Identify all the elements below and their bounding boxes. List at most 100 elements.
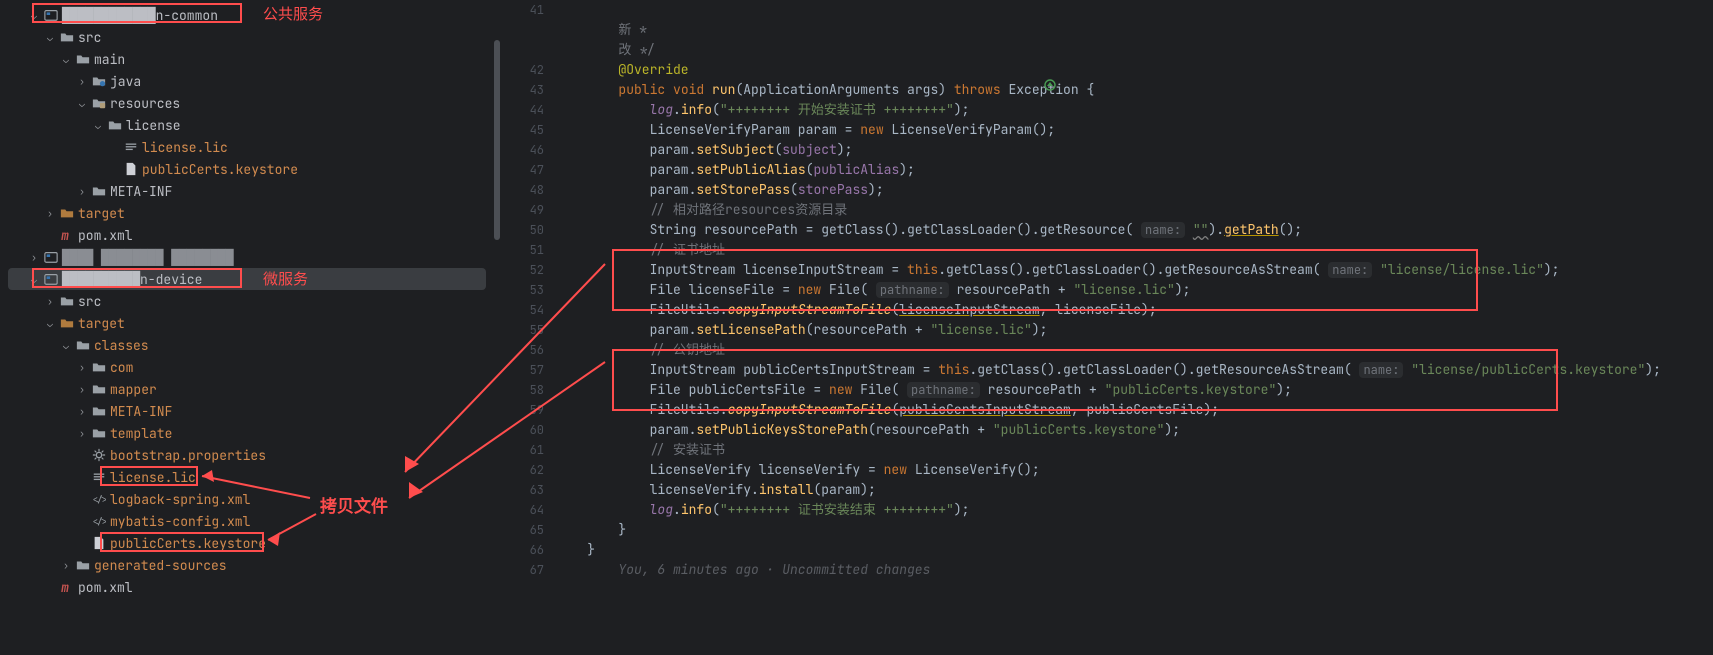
chevron-none: ·: [74, 493, 90, 506]
tree-item-target[interactable]: ⌄ target: [0, 312, 494, 334]
tree-item-target[interactable]: ›target: [0, 202, 494, 224]
tree-item-publiccerts-keystore[interactable]: ·publicCerts.keystore: [0, 532, 494, 554]
chevron-right-icon[interactable]: ›: [58, 559, 74, 572]
svg-text:</>: </>: [92, 494, 106, 506]
chevron-right-icon[interactable]: ›: [74, 75, 90, 88]
folder-orange-icon: [58, 206, 76, 220]
editor-code[interactable]: 新 * 改 */ @Override public void run(Appli…: [556, 0, 1713, 655]
chevron-down-icon[interactable]: ⌄: [42, 31, 58, 44]
tree-item-bootstrap-properties[interactable]: ·bootstrap.properties: [0, 444, 494, 466]
code-line[interactable]: LicenseVerifyParam param = new LicenseVe…: [556, 120, 1713, 140]
code-line[interactable]: public void run(ApplicationArguments arg…: [556, 80, 1713, 100]
code-line[interactable]: // 证书地址: [556, 240, 1713, 260]
gutter-line: 62: [500, 460, 544, 480]
chevron-right-icon[interactable]: ›: [74, 405, 90, 418]
tree-item-label: pom.xml: [78, 227, 133, 244]
gutter-line: 45: [500, 120, 544, 140]
chevron-right-icon[interactable]: ›: [74, 361, 90, 374]
code-line[interactable]: log.info("++++++++ 证书安装结束 ++++++++");: [556, 500, 1713, 520]
override-gutter-icon[interactable]: [1044, 79, 1058, 95]
tree-item-src[interactable]: ⌄ src: [0, 26, 494, 48]
code-line[interactable]: String resourcePath = getClass().getClas…: [556, 220, 1713, 240]
tree-item-label: resources: [110, 95, 180, 112]
chevron-right-icon[interactable]: ›: [42, 207, 58, 220]
code-line[interactable]: @Override: [556, 60, 1713, 80]
tree-item-label: target: [78, 315, 125, 332]
project-tree[interactable]: ⌄ ████████████n-common ⌄ src ⌄main›java ⌄ reso…: [0, 0, 500, 655]
tree-item-meta-inf[interactable]: ›META-INF: [0, 180, 494, 202]
code-line[interactable]: // 安装证书: [556, 440, 1713, 460]
gutter-line: 51: [500, 240, 544, 260]
tree-item-com[interactable]: ›com: [0, 356, 494, 378]
tree-item-main[interactable]: ⌄main: [0, 48, 494, 70]
chevron-down-icon[interactable]: ⌄: [90, 119, 106, 132]
code-line[interactable]: File publicCertsFile = new File( pathnam…: [556, 380, 1713, 400]
tree-item-license-lic[interactable]: · license.lic: [0, 466, 494, 488]
tree-item-logback-spring-xml[interactable]: ·</>logback-spring.xml: [0, 488, 494, 510]
chevron-none: ·: [106, 141, 122, 154]
chevron-down-icon[interactable]: ⌄: [26, 9, 42, 22]
code-line[interactable]: 新 *: [556, 20, 1713, 40]
tree-item-src[interactable]: ›src: [0, 290, 494, 312]
folder-icon: [74, 558, 92, 572]
code-line[interactable]: // 相对路径resources资源目录: [556, 200, 1713, 220]
code-line[interactable]: }: [556, 540, 1713, 560]
code-line[interactable]: param.setLicensePath(resourcePath + "lic…: [556, 320, 1713, 340]
tree-item-label: pom.xml: [78, 579, 133, 596]
chevron-right-icon[interactable]: ›: [74, 383, 90, 396]
tree-item-generated-sources[interactable]: ›generated-sources: [0, 554, 494, 576]
tree-item-label: license.lic: [110, 469, 196, 486]
code-line[interactable]: InputStream licenseInputStream = this.ge…: [556, 260, 1713, 280]
tree-item-java[interactable]: ›java: [0, 70, 494, 92]
code-line[interactable]: }: [556, 520, 1713, 540]
tree-item-license[interactable]: ⌄license: [0, 114, 494, 136]
tree-item-license-lic[interactable]: ·license.lic: [0, 136, 494, 158]
chevron-right-icon[interactable]: ›: [26, 251, 42, 264]
code-line[interactable]: param.setStorePass(storePass);: [556, 180, 1713, 200]
tree-item-label: src: [78, 29, 101, 46]
tree-item-resources[interactable]: ⌄ resources: [0, 92, 494, 114]
chevron-down-icon[interactable]: ⌄: [26, 273, 42, 286]
tree-item-label: ████████████n-common: [62, 7, 218, 24]
tree-item-pom-xml[interactable]: ·mpom.xml: [0, 224, 494, 246]
chevron-right-icon[interactable]: ›: [42, 295, 58, 308]
tree-item-publiccerts-keystore[interactable]: ·publicCerts.keystore: [0, 158, 494, 180]
tree-item-mybatis-config-xml[interactable]: ·</>mybatis-config.xml: [0, 510, 494, 532]
tree-item-label: ████ ████████ ████████: [62, 249, 234, 266]
chevron-none: ·: [74, 471, 90, 484]
code-line[interactable]: File licenseFile = new File( pathname: r…: [556, 280, 1713, 300]
chevron-down-icon[interactable]: ⌄: [58, 339, 74, 352]
gutter-line: 56: [500, 340, 544, 360]
code-line[interactable]: licenseVerify.install(param);: [556, 480, 1713, 500]
tree-item-classes[interactable]: ⌄classes: [0, 334, 494, 356]
chevron-right-icon[interactable]: ›: [74, 185, 90, 198]
tree-item--n-common[interactable]: ⌄ ████████████n-common: [0, 4, 494, 26]
tree-item-template[interactable]: ›template: [0, 422, 494, 444]
tree-item-mapper[interactable]: ›mapper: [0, 378, 494, 400]
tree-item-pom-xml[interactable]: ·mpom.xml: [0, 576, 494, 598]
code-line[interactable]: InputStream publicCertsInputStream = thi…: [556, 360, 1713, 380]
editor-pane[interactable]: 4142434445464748495051525354555657585960…: [500, 0, 1713, 655]
code-line[interactable]: 改 */: [556, 40, 1713, 60]
gutter-line: 58: [500, 380, 544, 400]
code-line[interactable]: FileUtils.copyInputStreamToFile(publicCe…: [556, 400, 1713, 420]
gutter-line: 55: [500, 320, 544, 340]
chevron-right-icon[interactable]: ›: [74, 427, 90, 440]
tree-item--n-device[interactable]: ⌄██████████n-device: [8, 268, 486, 290]
code-line[interactable]: LicenseVerify licenseVerify = new Licens…: [556, 460, 1713, 480]
gutter-line: 60: [500, 420, 544, 440]
code-line[interactable]: log.info("++++++++ 开始安装证书 ++++++++");: [556, 100, 1713, 120]
chevron-down-icon[interactable]: ⌄: [74, 97, 90, 110]
code-line[interactable]: param.setPublicKeysStorePath(resourcePat…: [556, 420, 1713, 440]
code-line[interactable]: param.setPublicAlias(publicAlias);: [556, 160, 1713, 180]
code-line[interactable]: [556, 0, 1713, 20]
chevron-down-icon[interactable]: ⌄: [42, 317, 58, 330]
chevron-down-icon[interactable]: ⌄: [58, 53, 74, 66]
code-line[interactable]: You, 6 minutes ago · Uncommitted changes: [556, 560, 1713, 580]
code-line[interactable]: FileUtils.copyInputStreamToFile(licenseI…: [556, 300, 1713, 320]
tree-item--[interactable]: › ████ ████████ ████████: [0, 246, 494, 268]
chevron-none: ·: [42, 229, 58, 242]
code-line[interactable]: // 公钥地址: [556, 340, 1713, 360]
code-line[interactable]: param.setSubject(subject);: [556, 140, 1713, 160]
tree-item-meta-inf[interactable]: ›META-INF: [0, 400, 494, 422]
